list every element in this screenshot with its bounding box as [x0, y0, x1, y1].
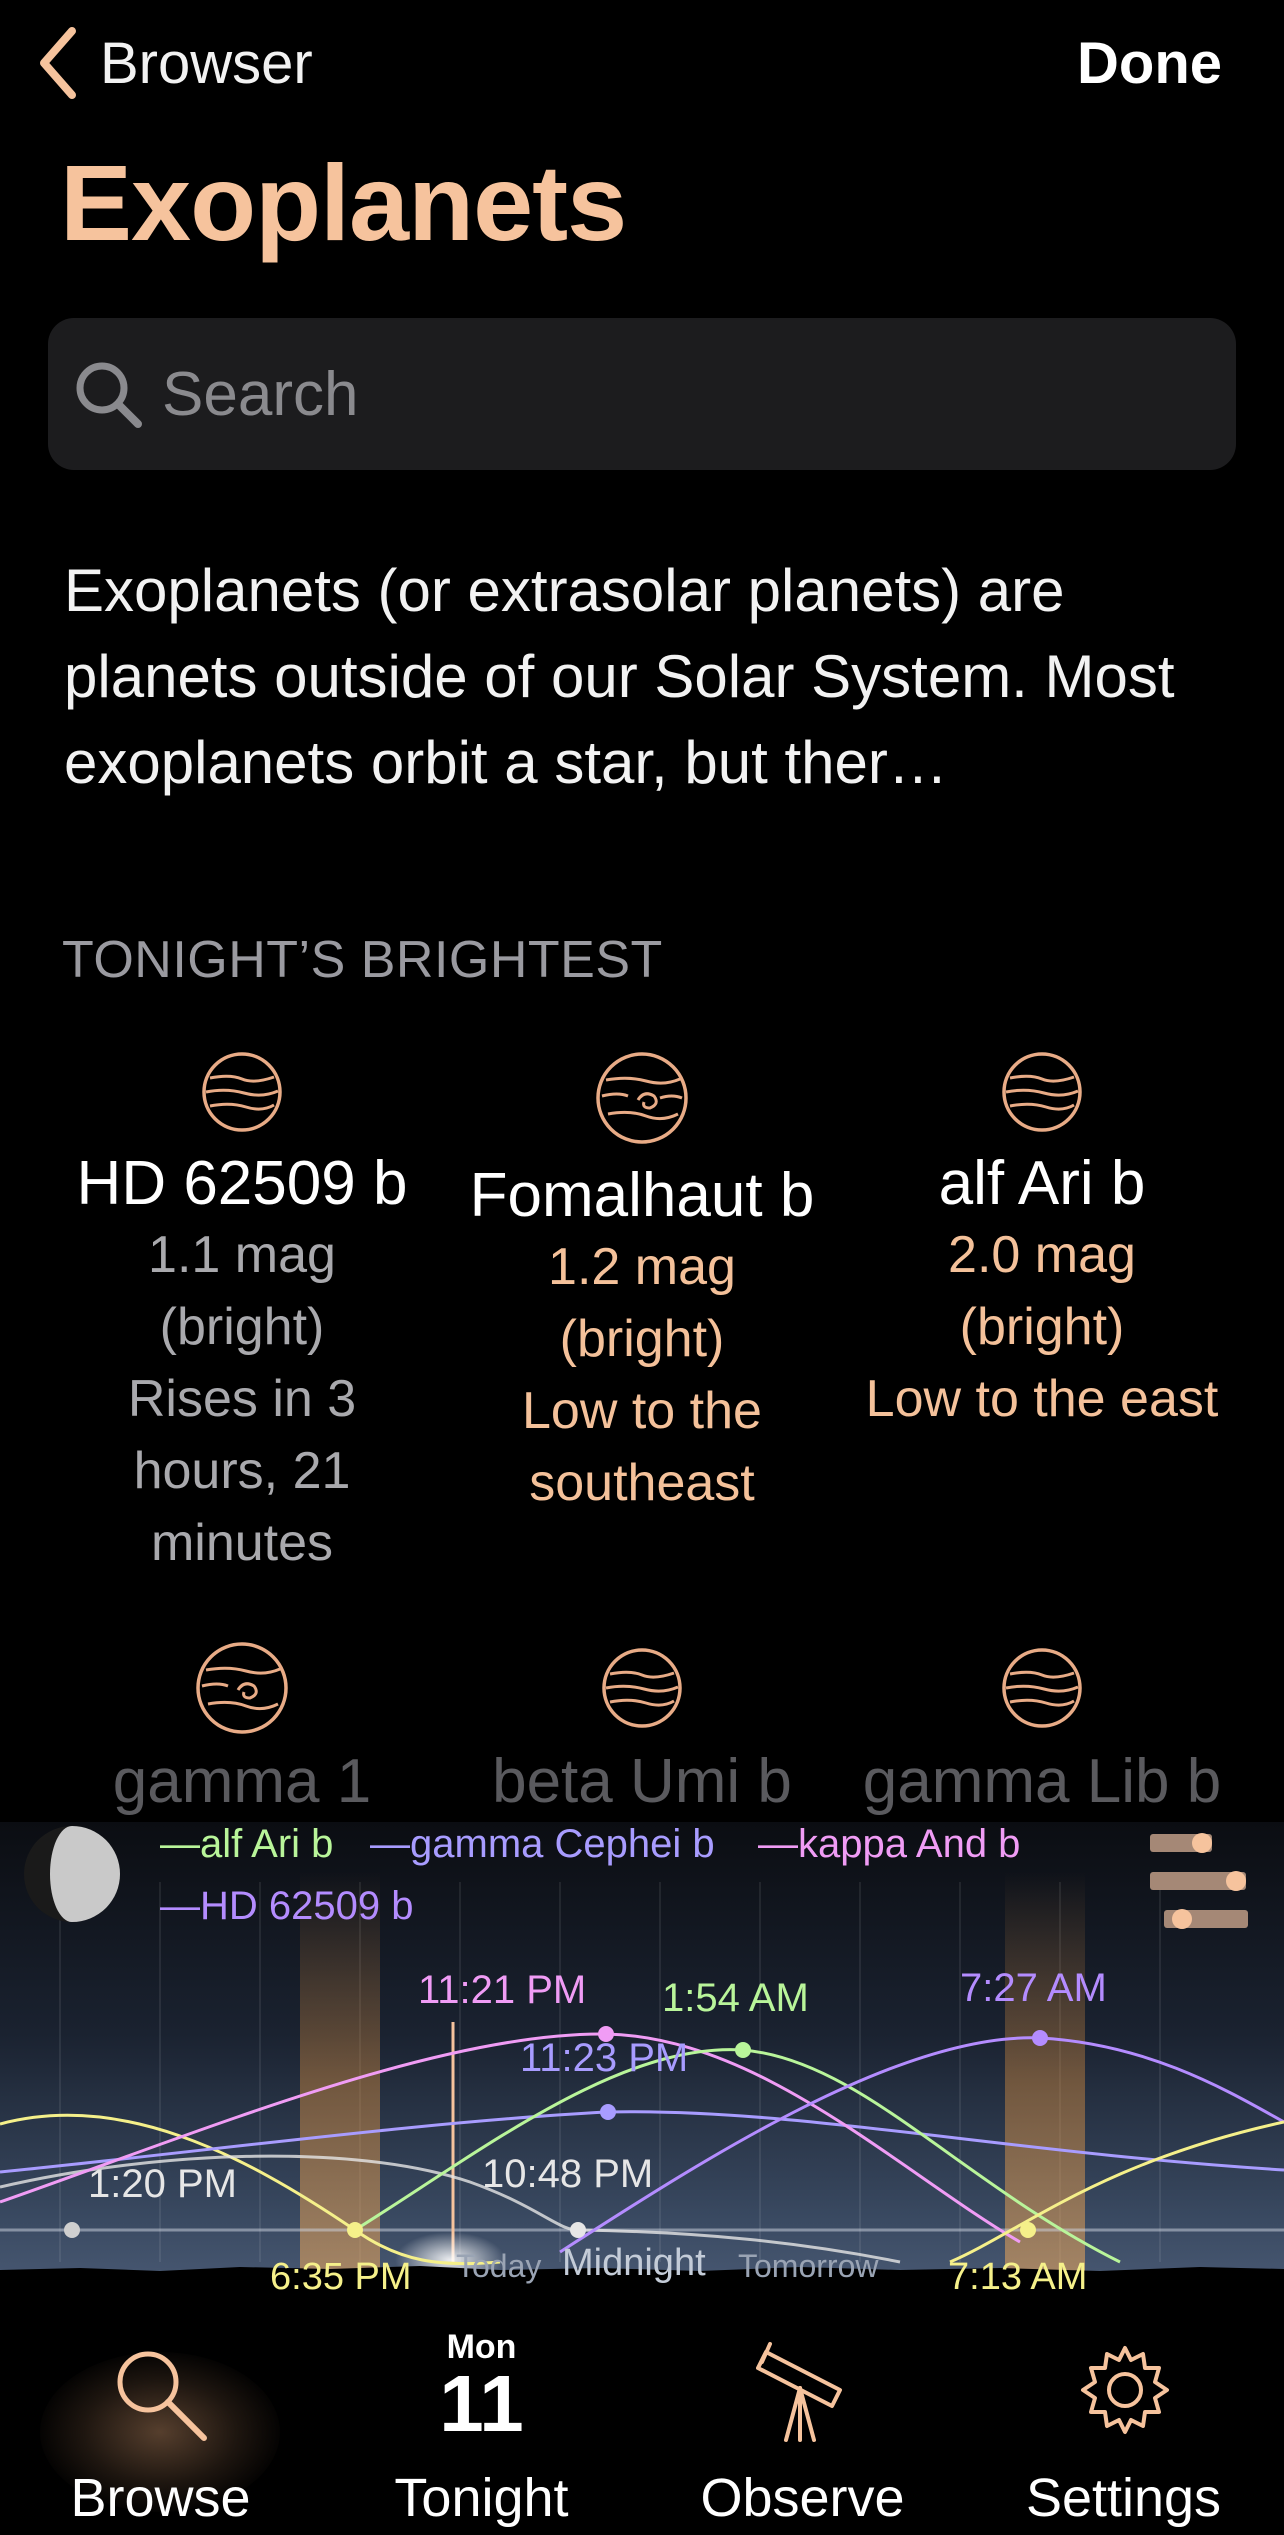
exoplanet-brightness: (bright) — [959, 1298, 1125, 1356]
section-header: TONIGHT’S BRIGHTEST — [62, 931, 663, 989]
set-marker-white — [570, 2222, 586, 2238]
exoplanet-name: HD 62509 b — [76, 1149, 408, 1218]
gear-icon — [1081, 2346, 1169, 2434]
search-icon — [117, 2351, 207, 2441]
time-label: 7:27 AM — [960, 1966, 1107, 2010]
exoplanet-card-fomalhaut-b[interactable]: Fomalhaut b 1.2 mag (bright) Low to the … — [442, 1050, 842, 1519]
tab-label: Observe — [700, 2468, 905, 2528]
swirl-planet-icon — [596, 1052, 688, 1144]
swirl-planet-icon — [196, 1642, 288, 1734]
rise-marker-yellow — [1020, 2222, 1036, 2238]
description-text[interactable]: Exoplanets (or extrasolar planets) are p… — [64, 548, 1234, 806]
tab-tonight[interactable]: Mon 11 Tonight — [321, 2292, 642, 2535]
legend-item-hd62509b[interactable]: —HD 62509 b — [160, 1884, 413, 1929]
done-button[interactable]: Done — [1077, 28, 1222, 98]
peak-marker-alf-ari-b — [735, 2042, 751, 2058]
moon-icon — [24, 1826, 120, 1922]
page-title: Exoplanets — [60, 142, 627, 263]
time-label: 10:48 PM — [482, 2152, 654, 2196]
back-button[interactable]: Browser — [38, 27, 313, 99]
legend-label: gamma Cephei b — [410, 1822, 715, 1866]
exoplanet-card-gamma-1[interactable]: gamma 1 — [42, 1640, 442, 1817]
banded-planet-icon — [602, 1648, 682, 1728]
legend-item-alf-ari-b[interactable]: —alf Ari b — [160, 1822, 333, 1867]
time-label: 6:35 PM — [270, 2256, 412, 2292]
exoplanet-magnitude: 1.2 mag — [548, 1238, 736, 1296]
exoplanet-brightness: (bright) — [159, 1298, 325, 1356]
exoplanet-name: gamma 1 — [112, 1747, 372, 1816]
time-label: 1:20 PM — [88, 2162, 237, 2206]
banded-planet-icon — [1002, 1648, 1082, 1728]
exoplanet-status: Low to the southeast — [522, 1382, 762, 1512]
tab-label: Tonight — [394, 2468, 569, 2528]
tab-settings[interactable]: Settings — [963, 2292, 1284, 2535]
exoplanet-status: Low to the east — [865, 1370, 1219, 1428]
exoplanet-status: Rises in 3 hours, 21 minutes — [127, 1370, 357, 1572]
time-label: 11:21 PM — [418, 1968, 587, 2012]
exoplanet-card-beta-umi-b[interactable]: beta Umi b — [442, 1646, 842, 1817]
legend-label: alf Ari b — [200, 1822, 334, 1866]
time-label: 7:13 AM — [948, 2256, 1088, 2292]
time-label: 1:54 AM — [662, 1976, 809, 2020]
search-bar[interactable] — [48, 318, 1236, 470]
day-number: 11 — [439, 2359, 524, 2448]
sliders-icon — [1150, 1833, 1248, 1929]
search-icon — [76, 362, 142, 428]
tab-bar: Browse Mon 11 Tonight Observe Settings — [0, 2292, 1284, 2535]
time-label: 11:23 PM — [520, 2036, 689, 2080]
x-axis-label: Midnight — [562, 2242, 706, 2284]
exoplanet-card-gamma-lib-b[interactable]: gamma Lib b — [842, 1646, 1242, 1817]
rise-marker-white — [64, 2222, 80, 2238]
set-marker-yellow — [347, 2222, 363, 2238]
tab-observe[interactable]: Observe — [642, 2292, 963, 2535]
back-label: Browser — [100, 30, 313, 96]
legend-label: HD 62509 b — [200, 1884, 414, 1928]
peak-marker-hd62509b — [1032, 2030, 1048, 2046]
banded-planet-icon — [202, 1052, 282, 1132]
exoplanet-card-hd62509b[interactable]: HD 62509 b 1.1 mag (bright) Rises in 3 h… — [42, 1050, 442, 1579]
banded-planet-icon — [1002, 1052, 1082, 1132]
search-input[interactable] — [160, 357, 1164, 431]
exoplanet-name: alf Ari b — [938, 1149, 1146, 1218]
tab-label: Settings — [1025, 2468, 1222, 2528]
exoplanet-brightness: (bright) — [559, 1310, 725, 1368]
exoplanet-card-alf-ari-b[interactable]: alf Ari b 2.0 mag (bright) Low to the ea… — [842, 1050, 1242, 1435]
tab-browse[interactable]: Browse — [0, 2292, 321, 2535]
visibility-chart[interactable]: —alf Ari b —gamma Cephei b —kappa And b … — [0, 1822, 1284, 2292]
exoplanet-name: Fomalhaut b — [469, 1161, 815, 1230]
telescope-icon — [756, 2342, 842, 2442]
exoplanet-name: beta Umi b — [492, 1747, 792, 1816]
x-axis-label: Today — [456, 2248, 542, 2284]
exoplanet-magnitude: 2.0 mag — [948, 1226, 1136, 1284]
exoplanet-magnitude: 1.1 mag — [148, 1226, 336, 1284]
x-axis-label: Tomorrow — [738, 2248, 879, 2284]
legend-label: kappa And b — [798, 1822, 1021, 1866]
exoplanet-name: gamma Lib b — [862, 1747, 1222, 1816]
peak-marker-gamma-cephei-b — [600, 2104, 616, 2120]
chevron-left-icon — [40, 27, 76, 99]
legend-item-kappa-and-b[interactable]: —kappa And b — [758, 1822, 1020, 1867]
legend-item-gamma-cephei-b[interactable]: —gamma Cephei b — [370, 1822, 715, 1867]
tab-label: Browse — [70, 2468, 251, 2528]
